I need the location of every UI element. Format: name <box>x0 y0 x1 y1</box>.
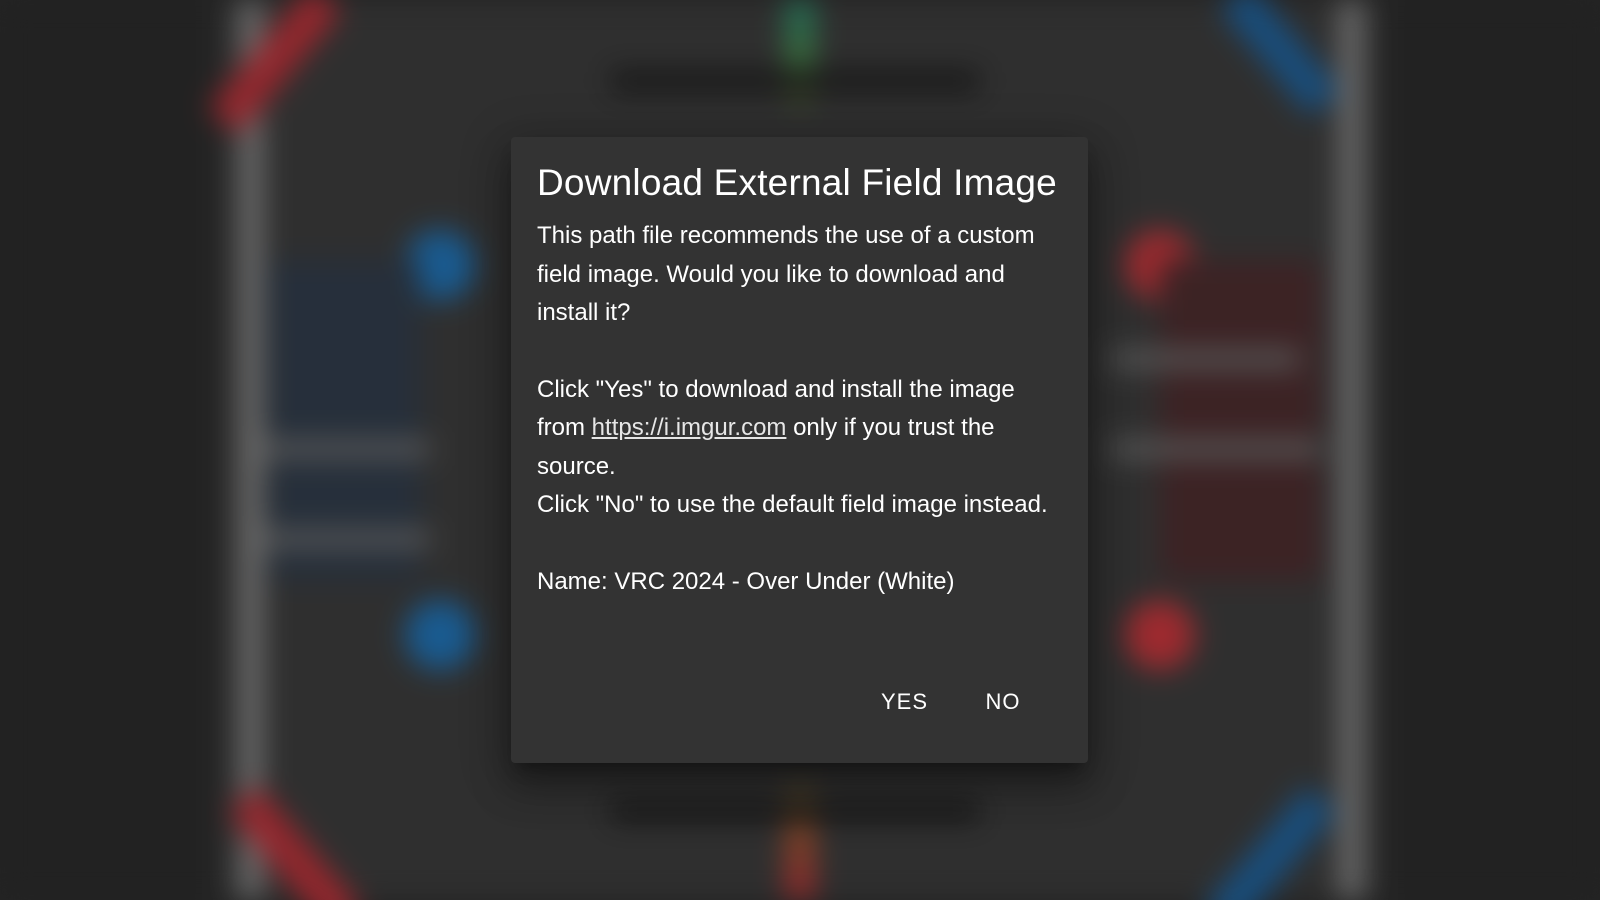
download-field-image-dialog: Download External Field Image This path … <box>511 137 1088 763</box>
field-image-name: Name: VRC 2024 - Over Under (White) <box>537 567 955 595</box>
dialog-title: Download External Field Image <box>537 162 1057 203</box>
recommendation-text: This path file recommends the use of a c… <box>537 222 1035 327</box>
yes-button[interactable]: YES <box>859 681 950 723</box>
no-button[interactable]: NO <box>958 681 1048 723</box>
dialog-content: This path file recommends the use of a c… <box>537 217 1062 601</box>
dialog-actions: YES NO <box>859 681 1048 723</box>
yes-instruction-text: Click "Yes" to download and install the … <box>537 371 1062 487</box>
source-link[interactable]: https://i.imgur.com <box>592 414 787 441</box>
no-instruction-text: Click "No" to use the default field imag… <box>537 491 1048 519</box>
